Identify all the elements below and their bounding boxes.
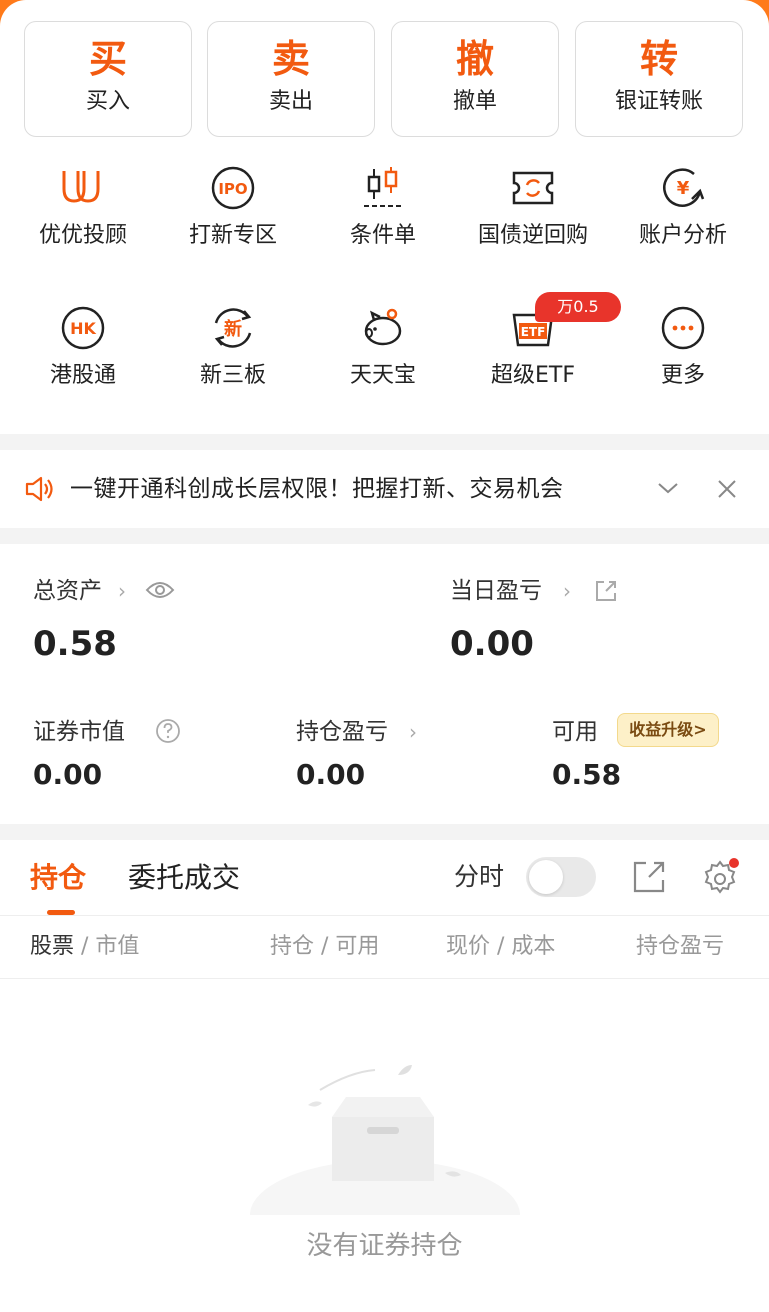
etf-promo-badge: 万0.5	[535, 292, 621, 322]
cancel-label: 撤单	[452, 89, 497, 114]
notice-text: 一键开通科创成长层权限！把握打新、交易机会	[70, 476, 564, 502]
service-new-otc[interactable]: 新 新三板	[158, 303, 308, 391]
chevron-right-icon[interactable]: ›	[409, 717, 417, 747]
sell-label: 卖出	[268, 89, 313, 114]
market-value-label: 证券市值	[33, 719, 125, 745]
empty-state-text: 没有证券持仓	[306, 1231, 463, 1261]
position-pl-value: 0.00	[296, 758, 366, 791]
settings-icon[interactable]	[700, 858, 740, 898]
new-otc-icon: 新	[214, 308, 252, 348]
hk-icon-text: HK	[70, 319, 96, 338]
yen-icon-text: ¥	[677, 178, 690, 199]
transfer-label: 银证转账	[614, 89, 703, 114]
service-label: 港股通	[49, 363, 116, 388]
uu-advisor-icon	[62, 171, 100, 203]
service-label: 条件单	[349, 223, 416, 248]
intraday-label: 分时	[454, 862, 505, 891]
ipo-icon: IPO	[211, 166, 255, 210]
share-icon[interactable]	[594, 579, 618, 603]
upgrade-button[interactable]: 收益升级>	[617, 713, 719, 747]
sell-button[interactable]: 卖 卖出	[207, 21, 375, 137]
column-main: 持仓盈亏	[636, 934, 725, 959]
export-icon[interactable]	[632, 860, 666, 894]
hk-connect-icon: HK	[61, 306, 105, 350]
chevron-right-icon[interactable]: ›	[563, 576, 571, 606]
available-value: 0.58	[552, 758, 622, 791]
total-assets-value: 0.58	[33, 624, 117, 664]
service-more[interactable]: 更多	[608, 303, 758, 391]
buy-glyph: 买	[88, 37, 127, 81]
total-assets-label[interactable]: 总资产	[33, 576, 102, 606]
reverse-repo-icon	[512, 171, 554, 205]
help-icon[interactable]	[155, 718, 181, 744]
service-label: 打新专区	[188, 223, 277, 248]
market-value: 0.00	[33, 758, 103, 791]
service-reverse-repo[interactable]: 国债逆回购	[458, 163, 608, 251]
notice-bar[interactable]: 一键开通科创成长层权限！把握打新、交易机会	[0, 450, 769, 528]
column-sub: 可用	[335, 934, 380, 959]
cancel-order-button[interactable]: 撤 撤单	[391, 21, 559, 137]
toggle-knob	[529, 860, 563, 894]
service-label: 优优投顾	[38, 223, 127, 248]
new-icon-text: 新	[224, 318, 242, 340]
divider	[0, 915, 769, 916]
service-hk-connect[interactable]: HK 港股通	[8, 303, 158, 391]
daily-pl-value: 0.00	[450, 624, 534, 664]
column-main: 现价	[446, 934, 491, 959]
bank-transfer-button[interactable]: 转 银证转账	[575, 21, 743, 137]
column-sub: 市值	[95, 934, 140, 959]
column-header-stock: 股票 / 市值	[30, 934, 140, 959]
daily-pl-label[interactable]: 当日盈亏	[450, 576, 542, 606]
column-main: 股票	[30, 934, 75, 959]
available-label: 可用	[552, 719, 598, 745]
tab-positions[interactable]: 持仓	[30, 860, 86, 896]
position-pl-label[interactable]: 持仓盈亏	[296, 717, 388, 747]
cancel-glyph: 撤	[455, 37, 494, 81]
assets-summary	[0, 544, 769, 824]
divider	[0, 978, 769, 979]
chevron-down-icon[interactable]	[656, 480, 680, 496]
buy-button[interactable]: 买 买入	[24, 21, 192, 137]
more-icon	[661, 306, 705, 350]
column-main: 持仓	[270, 934, 315, 959]
column-header-position: 持仓 / 可用	[270, 934, 380, 959]
buy-label: 买入	[85, 89, 130, 114]
service-label: 超级ETF	[491, 363, 575, 388]
service-label: 国债逆回购	[477, 223, 588, 248]
transfer-glyph: 转	[639, 37, 678, 81]
tab-orders[interactable]: 委托成交	[128, 860, 240, 896]
conditional-order-icon	[364, 167, 402, 207]
service-label: 天天宝	[349, 363, 416, 388]
column-header-price: 现价 / 成本	[446, 934, 556, 959]
service-tiantianbao[interactable]: 天天宝	[308, 303, 458, 391]
service-uu-advisor[interactable]: 优优投顾	[8, 163, 158, 251]
account-analysis-icon: ¥	[663, 168, 705, 207]
etf-icon-text: ETF	[521, 325, 546, 339]
speaker-icon	[25, 476, 53, 502]
service-account-analysis[interactable]: ¥ 账户分析	[608, 163, 758, 251]
piggy-bank-icon	[364, 308, 402, 346]
chevron-right-icon[interactable]: ›	[118, 576, 126, 606]
intraday-toggle[interactable]	[526, 857, 596, 897]
ipo-icon-text: IPO	[218, 180, 247, 198]
service-label: 更多	[660, 363, 705, 388]
sell-glyph: 卖	[271, 37, 310, 81]
column-sub: 成本	[511, 934, 556, 959]
service-label: 新三板	[199, 363, 266, 388]
service-label: 账户分析	[638, 223, 727, 248]
service-ipo[interactable]: IPO 打新专区	[158, 163, 308, 251]
empty-box-illustration	[250, 1065, 520, 1215]
service-conditional-order[interactable]: 条件单	[308, 163, 458, 251]
close-icon[interactable]	[716, 478, 738, 500]
column-header-pl: 持仓盈亏	[636, 932, 736, 962]
eye-icon[interactable]	[145, 579, 175, 601]
